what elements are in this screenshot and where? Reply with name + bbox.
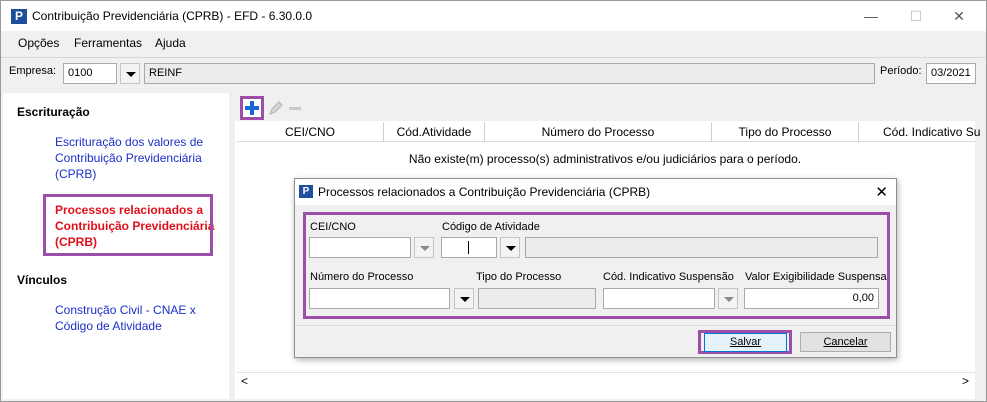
cei-cno-input[interactable] — [309, 237, 411, 258]
periodo-field[interactable]: 03/2021 — [926, 63, 976, 84]
sidebar-item-escrituracao-valores[interactable]: Escrituração dos valores de Contribuição… — [55, 134, 215, 182]
window-title: Contribuição Previdenciária (CPRB) - EFD… — [32, 9, 313, 23]
numero-processo-dropdown-button[interactable] — [454, 288, 474, 309]
menu-divider — [1, 57, 986, 58]
dialog-close-icon[interactable]: ✕ — [875, 183, 888, 201]
toolbar — [235, 93, 975, 121]
pencil-icon[interactable] — [268, 100, 284, 116]
cei-cno-label: CEI/CNO — [310, 221, 356, 233]
periodo-label: Período: — [880, 65, 922, 77]
main-window: P Contribuição Previdenciária (CPRB) - E… — [0, 0, 987, 402]
sidebar-item-construcao-civil[interactable]: Construção Civil - CNAE x Código de Ativ… — [55, 302, 215, 334]
menu-bar: Opções Ferramentas Ajuda — [1, 31, 986, 55]
codigo-atividade-input[interactable] — [441, 237, 497, 258]
grid-header: CEI/CNO Cód.Atividade Número do Processo… — [237, 122, 980, 142]
cancel-button[interactable]: Cancelar — [800, 332, 891, 352]
valor-exigibilidade-input[interactable]: 0,00 — [744, 288, 879, 309]
valor-exigibilidade-label: Valor Exigibilidade Suspensa — [745, 271, 887, 283]
empresa-dropdown-button[interactable] — [120, 63, 140, 84]
sidebar-section-vinculos: Vínculos — [17, 273, 68, 287]
maximize-icon[interactable]: ☐ — [906, 7, 926, 25]
codigo-atividade-dropdown-button[interactable] — [500, 237, 520, 258]
title-bar: P Contribuição Previdenciária (CPRB) - E… — [1, 1, 986, 31]
empresa-label: Empresa: — [9, 65, 57, 77]
sidebar-section-escrituracao: Escrituração — [17, 105, 90, 119]
scroll-left-icon[interactable]: < — [241, 374, 248, 388]
dialog-title: Processos relacionados a Contribuição Pr… — [318, 185, 651, 199]
empresa-row: Empresa: 0100 REINF Período: 03/2021 — [1, 59, 986, 89]
column-header-numero-processo[interactable]: Número do Processo — [485, 125, 711, 139]
plus-icon[interactable] — [240, 96, 264, 120]
save-button[interactable]: Salvar — [704, 333, 787, 352]
dialog-app-icon: P — [299, 185, 313, 198]
cod-indicativo-dropdown-button[interactable] — [718, 288, 738, 309]
dialog-divider — [295, 325, 896, 326]
menu-ajuda[interactable]: Ajuda — [155, 36, 186, 50]
cei-cno-dropdown-button[interactable] — [414, 237, 434, 258]
close-icon[interactable]: ✕ — [949, 7, 969, 25]
codigo-atividade-label: Código de Atividade — [442, 221, 540, 233]
empty-grid-message: Não existe(m) processo(s) administrativo… — [408, 152, 802, 166]
column-header-cod-atividade[interactable]: Cód.Atividade — [384, 125, 484, 139]
highlight-box-processos — [43, 194, 213, 256]
column-header-cei-cno[interactable]: CEI/CNO — [237, 125, 383, 139]
empresa-name-field: REINF — [144, 63, 875, 84]
menu-ferramentas[interactable]: Ferramentas — [74, 36, 142, 50]
numero-processo-input[interactable] — [309, 288, 450, 309]
text-cursor — [468, 241, 469, 254]
tipo-processo-label: Tipo do Processo — [476, 271, 562, 283]
numero-processo-label: Número do Processo — [310, 271, 414, 283]
minimize-icon[interactable]: — — [861, 7, 881, 25]
minus-icon[interactable] — [287, 100, 303, 116]
horizontal-scrollbar[interactable]: < > — [237, 372, 975, 390]
cod-indicativo-label: Cód. Indicativo Suspensão — [603, 271, 734, 283]
menu-opcoes[interactable]: Opções — [18, 36, 59, 50]
app-logo-icon: P — [11, 9, 27, 24]
cod-indicativo-input[interactable] — [603, 288, 715, 309]
processo-dialog: P Processos relacionados a Contribuição … — [294, 178, 897, 358]
empresa-code-field[interactable]: 0100 — [63, 63, 117, 84]
codigo-atividade-description-field — [525, 237, 878, 258]
scroll-right-icon[interactable]: > — [962, 374, 969, 388]
dialog-title-bar: P Processos relacionados a Contribuição … — [295, 179, 896, 205]
column-header-tipo-processo[interactable]: Tipo do Processo — [712, 125, 858, 139]
tipo-processo-field — [478, 288, 596, 309]
sidebar: Escrituração Escrituração dos valores de… — [3, 93, 229, 399]
column-header-cod-indicativo[interactable]: Cód. Indicativo Su — [859, 125, 987, 139]
